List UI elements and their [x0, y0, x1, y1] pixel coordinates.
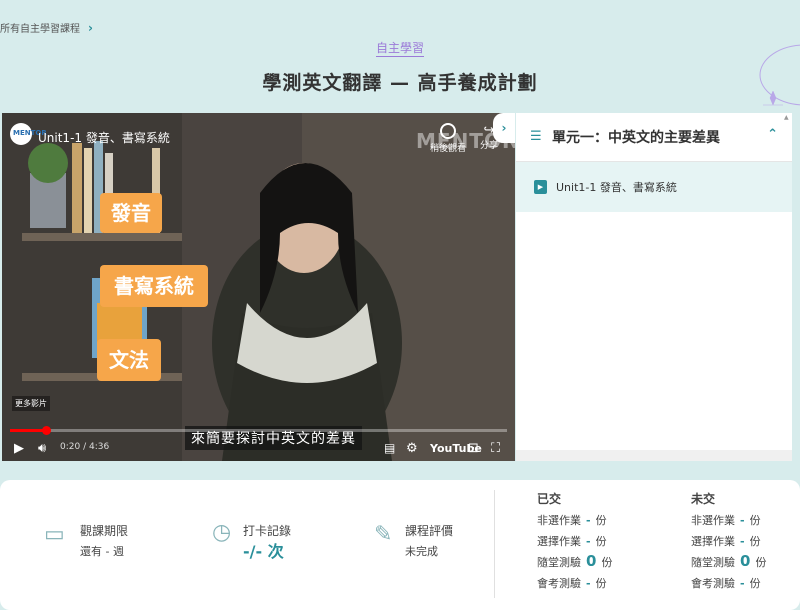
clock-check-icon: ◷ — [212, 520, 232, 545]
progress-handle[interactable] — [41, 426, 51, 435]
volume-icon[interactable]: 🔊︎ — [38, 441, 46, 456]
channel-logo[interactable]: MENTOR — [10, 123, 47, 145]
submitted-row: 選擇作業 - 份 — [537, 535, 607, 548]
lesson-label: Unit1-1 發音、書寫系統 — [556, 181, 677, 194]
clock-icon — [440, 123, 456, 139]
video-frame — [2, 113, 515, 461]
divider — [494, 490, 495, 598]
list-icon: ☰ — [530, 129, 542, 144]
rating-label: 課程評價 — [405, 524, 454, 538]
decorative-orbit-icon — [759, 44, 800, 106]
video-title[interactable]: Unit1-1 發音、書寫系統 — [38, 129, 170, 146]
not-submitted-row: 隨堂測驗 0 份 — [691, 552, 767, 570]
scrollbar[interactable]: ▲ ▼ — [784, 114, 790, 460]
more-videos-button[interactable]: 更多影片 — [12, 396, 50, 411]
category-label: 自主學習 — [375, 41, 424, 57]
chevron-right-icon: › — [88, 20, 93, 35]
lesson-item[interactable]: ▶ Unit1-1 發音、書寫系統 — [516, 162, 792, 212]
scroll-up-icon[interactable]: ▲ — [784, 114, 789, 121]
watch-later-button[interactable]: 稍後觀看 — [430, 123, 466, 154]
chevron-right-icon: › — [501, 121, 507, 135]
captions-icon[interactable]: ▤ — [384, 441, 395, 455]
not-submitted-row: 選擇作業 - 份 — [691, 535, 761, 548]
course-outline-panel: ☰ 單元一：中英文的主要差異 ⌃ ▶ Unit1-1 發音、書寫系統 ▲ ▼ — [516, 113, 792, 461]
video-controls: ▶ 🔊︎ 0:20 / 4:36 ▤ ⚙ YouTube ⊡ ⛶ — [2, 425, 515, 461]
calendar-icon: ▭ — [44, 522, 65, 547]
panel-footer — [516, 450, 792, 461]
video-tag: 書寫系統 — [100, 265, 208, 307]
not-submitted-header: 未交 — [691, 492, 716, 506]
settings-gear-icon[interactable]: ⚙ — [406, 441, 418, 456]
not-submitted-row: 非選作業 - 份 — [691, 514, 761, 527]
viewing-period-value: 還有 - 週 — [80, 545, 124, 558]
submitted-header: 已交 — [537, 492, 562, 506]
video-tag: 文法 — [97, 339, 161, 381]
play-icon: ▶ — [534, 180, 547, 194]
breadcrumb[interactable]: 所有自主學習課程 › — [0, 20, 93, 36]
fullscreen-icon[interactable]: ⛶ — [491, 441, 500, 456]
not-submitted-row: 會考測驗 - 份 — [691, 577, 761, 590]
panel-toggle-button[interactable]: › — [493, 113, 515, 143]
time-display: 0:20 / 4:36 — [60, 442, 110, 452]
play-icon[interactable]: ▶ — [14, 441, 24, 456]
cast-icon[interactable]: ⊡ — [468, 441, 479, 456]
unit-header[interactable]: ☰ 單元一：中英文的主要差異 ⌃ — [516, 113, 792, 162]
progress-fill — [10, 429, 46, 432]
breadcrumb-link[interactable]: 所有自主學習課程 — [0, 20, 80, 35]
chevron-up-icon[interactable]: ⌃ — [767, 127, 778, 142]
edit-icon: ✎ — [374, 522, 393, 547]
video-player[interactable]: MENTOR Unit1-1 發音、書寫系統 MENTOR 稍後觀看 ↪ 分享 … — [2, 113, 515, 461]
checkin-value: -/- 次 — [243, 542, 284, 561]
page-title: 學測英文翻譯 — 高手養成計劃 — [262, 72, 538, 94]
unit-title: 單元一：中英文的主要差異 — [552, 130, 720, 146]
submitted-row: 會考測驗 - 份 — [537, 577, 607, 590]
video-tag: 發音 — [100, 193, 162, 233]
viewing-period-label: 觀課期限 — [80, 524, 129, 538]
rating-value: 未完成 — [405, 545, 438, 558]
checkin-label: 打卡記錄 — [243, 524, 292, 538]
course-stats: ▭ 觀課期限 還有 - 週 ◷ 打卡記錄 -/- 次 ✎ 課程評價 未完成 已交… — [0, 480, 800, 610]
submitted-row: 隨堂測驗 0 份 — [537, 552, 613, 570]
submitted-row: 非選作業 - 份 — [537, 514, 607, 527]
progress-bar[interactable] — [10, 426, 507, 435]
